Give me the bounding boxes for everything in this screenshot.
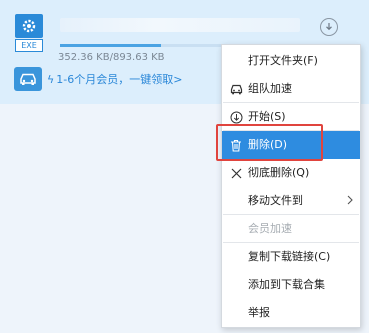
menu-item-team-speedup[interactable]: 组队加速 <box>222 75 360 103</box>
exe-file-icon: EXE <box>12 14 46 54</box>
menu-item-move-file-to[interactable]: 移动文件到 <box>222 187 360 215</box>
member-promo[interactable]: ϟ 1-6个月会员，一键领取> <box>14 66 182 92</box>
menu-item-copy-link[interactable]: 复制下载链接(C) <box>222 243 360 271</box>
menu-item-open-folder[interactable]: 打开文件夹(F) <box>222 47 360 75</box>
car-icon <box>229 82 243 96</box>
gear-icon <box>15 14 43 38</box>
car-icon <box>14 67 42 91</box>
progress-fill <box>60 44 162 47</box>
context-menu: 打开文件夹(F) 组队加速 开始(S) 删除(D) 彻底删除(Q) 移动文件到 … <box>221 44 361 328</box>
menu-item-add-to-collection[interactable]: 添加到下载合集 <box>222 271 360 299</box>
menu-item-delete-permanently[interactable]: 彻底删除(Q) <box>222 159 360 187</box>
menu-item-member-speedup: 会员加速 <box>248 222 292 235</box>
file-size-text: 352.36 KB/893.63 KB <box>58 52 165 63</box>
bolt-icon: ϟ <box>47 73 55 86</box>
download-icon[interactable] <box>320 18 338 36</box>
close-icon <box>229 166 243 180</box>
download-icon <box>229 110 243 124</box>
chevron-right-icon <box>346 194 354 209</box>
file-type-label: EXE <box>15 39 43 52</box>
highlight-annotation <box>216 124 323 161</box>
menu-item-report[interactable]: 举报 <box>222 299 360 327</box>
promo-link[interactable]: ϟ 1-6个月会员，一键领取> <box>47 71 182 87</box>
file-name <box>60 18 300 32</box>
